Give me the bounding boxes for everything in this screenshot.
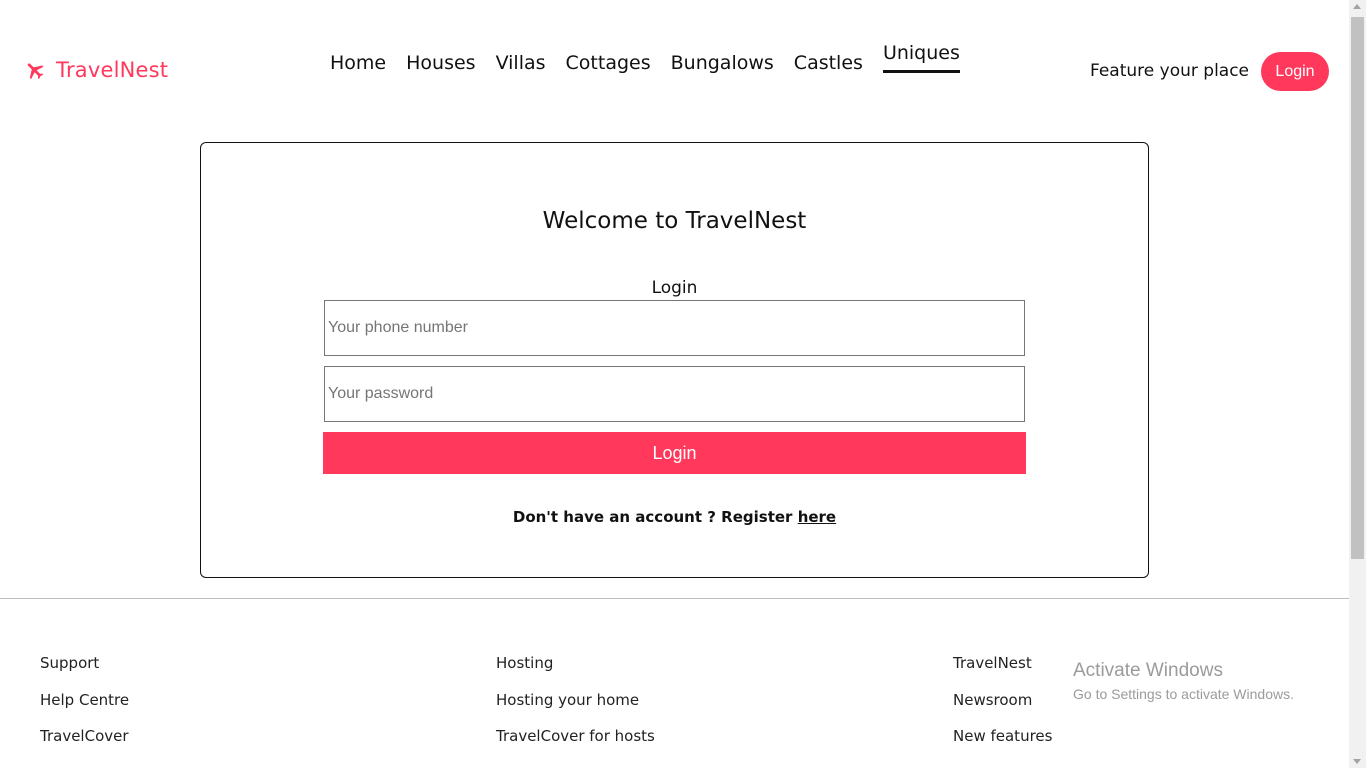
header-login-button[interactable]: Login [1261, 52, 1329, 91]
footer-link[interactable]: TravelNest [953, 654, 1052, 691]
footer-column-hosting: Hosting Hosting your home TravelCover fo… [496, 654, 655, 764]
register-text: Don't have an account ? Register [512, 508, 793, 526]
phone-input[interactable] [324, 300, 1025, 356]
nav-item-uniques[interactable]: Uniques [882, 42, 960, 73]
nav-item-castles[interactable]: Castles [794, 52, 863, 83]
footer-link[interactable]: Hosting [496, 654, 655, 691]
footer-column-travelnest: TravelNest Newsroom New features [953, 654, 1052, 764]
footer-link[interactable]: TravelCover [40, 727, 129, 764]
brand-name: TravelNest [56, 58, 169, 82]
password-input[interactable] [324, 366, 1025, 422]
top-navbar: TravelNest Home Houses Villas Cottages B… [0, 0, 1349, 130]
footer-link[interactable]: Help Centre [40, 691, 129, 728]
footer-link[interactable]: New features [953, 727, 1052, 764]
footer-link[interactable]: TravelCover for hosts [496, 727, 655, 764]
main-nav: Home Houses Villas Cottages Bungalows Ca… [330, 42, 980, 83]
login-card: Welcome to TravelNest Login Login Don't … [200, 142, 1149, 578]
nav-item-bungalows[interactable]: Bungalows [671, 52, 774, 83]
nav-item-home[interactable]: Home [330, 52, 386, 83]
watermark-title: Activate Windows [1073, 660, 1223, 681]
footer-divider [0, 598, 1349, 599]
footer-link[interactable]: Hosting your home [496, 691, 655, 728]
airplane-icon [24, 59, 46, 81]
scroll-down-arrow-icon[interactable] [1353, 759, 1361, 764]
nav-item-cottages[interactable]: Cottages [566, 52, 651, 83]
register-prompt: Don't have an account ? Register here [201, 508, 1148, 526]
nav-item-houses[interactable]: Houses [406, 52, 475, 83]
windows-activation-watermark: Activate Windows Go to Settings to activ… [1073, 660, 1294, 702]
footer-column-support: Support Help Centre TravelCover [40, 654, 129, 764]
form-title: Login [651, 278, 698, 298]
nav-item-villas[interactable]: Villas [496, 52, 546, 83]
brand-logo[interactable]: TravelNest [24, 58, 168, 82]
footer-link[interactable]: Newsroom [953, 691, 1052, 728]
feature-your-place-link[interactable]: Feature your place [1090, 61, 1249, 81]
page-title: Welcome to TravelNest [542, 208, 807, 234]
watermark-subtitle: Go to Settings to activate Windows. [1073, 686, 1294, 702]
page-scrollbar[interactable] [1349, 0, 1366, 768]
scroll-up-arrow-icon[interactable] [1353, 4, 1361, 9]
footer-link[interactable]: Support [40, 654, 129, 691]
scrollbar-thumb[interactable] [1351, 17, 1364, 559]
register-link[interactable]: here [798, 508, 836, 526]
login-submit-button[interactable]: Login [323, 432, 1026, 474]
